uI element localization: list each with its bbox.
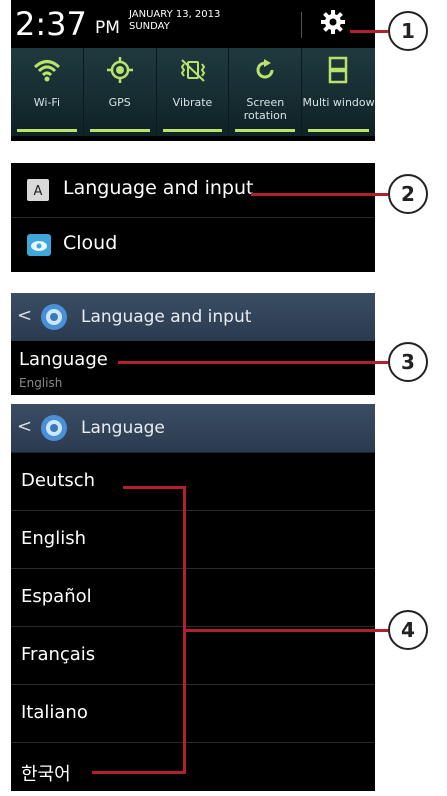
language-option[interactable]: English (11, 512, 375, 569)
quick-settings-row: Wi-Fi GPS Vibrate Screen rotation Multi … (11, 48, 375, 136)
quick-setting-label: Multi window (302, 96, 375, 109)
quick-setting-multi-window[interactable]: Multi window (302, 48, 375, 136)
language-option-label: Deutsch (21, 470, 96, 491)
settings-item-language-input[interactable]: A Language and input (11, 163, 375, 218)
language-option-label: English (21, 528, 86, 549)
quick-setting-gps[interactable]: GPS (84, 48, 157, 136)
quick-setting-label: Screen rotation (243, 96, 287, 122)
callout-badge-2: 2 (388, 174, 428, 214)
settings-item-label: Language and input (63, 177, 254, 199)
tile-on-indicator (17, 129, 77, 132)
quick-setting-label: Vibrate (172, 96, 213, 109)
language-option[interactable]: 한국어 (11, 744, 375, 791)
cloud-icon (27, 234, 51, 256)
vibrate-icon (180, 59, 205, 82)
settings-list: A Language and input Cloud (11, 163, 375, 272)
callout-line (350, 30, 388, 33)
divider (301, 12, 302, 38)
action-bar: < Language and input (11, 293, 375, 342)
tile-on-indicator (308, 129, 369, 132)
settings-item-cloud[interactable]: Cloud (11, 218, 375, 272)
language-setting-item[interactable]: Language English (11, 341, 375, 395)
status-bar: 2:37 PM JANUARY 13, 2013 SUNDAY (11, 0, 375, 48)
language-item-label: Language (19, 349, 108, 370)
date-display: JANUARY 13, 2013 SUNDAY (129, 9, 220, 33)
callout-line (183, 629, 388, 632)
language-option[interactable]: Deutsch (11, 454, 375, 511)
callout-badge-1: 1 (388, 11, 428, 51)
language-item-value: English (19, 376, 63, 390)
tile-on-indicator (89, 129, 150, 132)
screen-title: Language (81, 418, 165, 438)
screen-rotation-icon (256, 59, 274, 79)
settings-app-icon (41, 304, 67, 330)
language-screen: < Language Deutsch English Español Franç… (11, 404, 375, 791)
language-option-label: 한국어 (21, 764, 71, 785)
quick-setting-vibrate[interactable]: Vibrate (157, 48, 230, 136)
callout-badge-3: 3 (388, 342, 428, 382)
callout-line (118, 361, 388, 364)
callout-line (251, 193, 388, 196)
language-option[interactable]: Español (11, 570, 375, 627)
language-option-label: Français (21, 644, 96, 665)
back-chevron-icon[interactable]: < (17, 305, 32, 326)
language-option[interactable]: Français (11, 628, 375, 685)
settings-item-label: Cloud (63, 232, 118, 254)
day-line: SUNDAY (129, 21, 170, 32)
language-option-label: Italiano (21, 702, 88, 723)
language-option-label: Español (21, 586, 92, 607)
quick-setting-label: GPS (108, 96, 131, 109)
language-option[interactable]: Italiano (11, 686, 375, 743)
notification-panel: 2:37 PM JANUARY 13, 2013 SUNDAY Wi-Fi GP… (11, 0, 375, 141)
back-chevron-icon[interactable]: < (17, 416, 32, 437)
gps-icon (106, 57, 133, 83)
multi-window-icon (328, 56, 348, 84)
callout-line (123, 486, 186, 489)
wifi-icon (33, 60, 61, 82)
screen-title: Language and input (81, 307, 252, 327)
settings-gear-icon[interactable] (319, 8, 347, 36)
action-bar: < Language (11, 404, 375, 453)
clock-time: 2:37 (15, 5, 87, 43)
svg-text:A: A (34, 184, 43, 199)
language-input-icon: A (27, 179, 49, 201)
language-input-screen: < Language and input Language English (11, 293, 375, 395)
quick-setting-screen-rotation[interactable]: Screen rotation (229, 48, 303, 136)
callout-line (92, 771, 186, 774)
callout-badge-4: 4 (388, 610, 428, 650)
date-line: JANUARY 13, 2013 (129, 9, 221, 20)
tile-on-indicator (162, 129, 223, 132)
quick-setting-label: Wi-Fi (33, 96, 61, 109)
clock-ampm: PM (95, 18, 120, 38)
tile-on-indicator (235, 129, 296, 132)
settings-app-icon (41, 415, 67, 441)
quick-setting-wifi[interactable]: Wi-Fi (11, 48, 84, 136)
